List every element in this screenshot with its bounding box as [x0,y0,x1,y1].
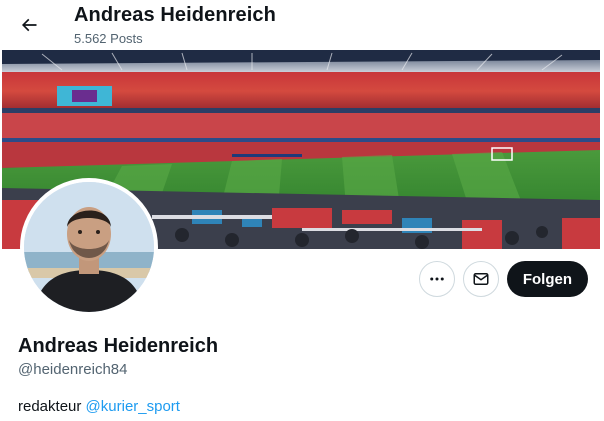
follow-button[interactable]: Folgen [506,261,588,297]
posts-count: 5.562 Posts [74,31,143,46]
message-button[interactable] [462,261,499,297]
top-bar: Andreas Heidenreich 5.562 Posts [0,0,604,50]
back-button[interactable] [12,8,46,42]
profile-actions: Folgen [418,261,588,297]
avatar-photo [24,182,154,312]
more-button[interactable] [418,261,455,297]
bio-mention-link[interactable]: @kurier_sport [86,398,180,415]
bio-text: redakteur [18,398,86,415]
arrow-left-icon [21,18,37,32]
header-title: Andreas Heidenreich [74,4,276,26]
profile-handle: @heidenreich84 [18,361,128,378]
profile-bio: redakteur @kurier_sport [18,398,180,415]
profile-avatar[interactable] [20,178,158,316]
profile-name: Andreas Heidenreich [18,335,219,357]
envelope-icon [473,273,489,285]
more-horizontal-icon [430,277,444,281]
